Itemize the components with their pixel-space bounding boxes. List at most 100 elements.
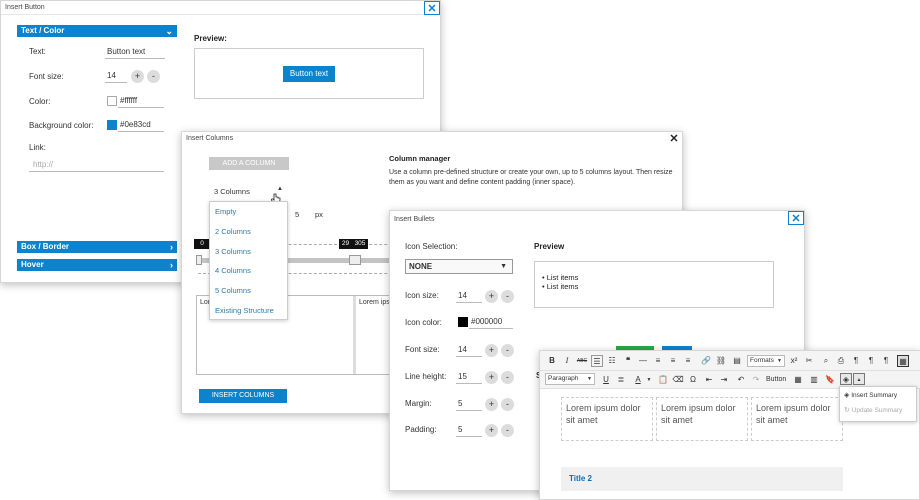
unlink-icon[interactable]: ⛓ [715,355,727,367]
column-manager-description: Use a column pre-defined structure or cr… [389,169,673,186]
dropdown-item-5-columns[interactable]: 5 Columns [210,281,287,301]
insert-columns-title: Insert Columns [186,135,234,142]
special-chars-icon[interactable]: ✂ [803,355,815,367]
dropdown-item-4-columns[interactable]: 4 Columns [210,261,287,281]
icon-size-minus-button[interactable]: - [501,290,514,303]
close-icon[interactable]: ✕ [788,211,804,225]
background-color-input[interactable]: #0e83cd [118,118,164,132]
numbered-list-icon[interactable]: ☷ [606,355,618,367]
font-size-minus-button[interactable]: - [147,70,160,83]
columns-icon[interactable]: ▥ [808,374,820,386]
justify-icon[interactable]: ≣ [615,374,627,386]
column-padding-value[interactable]: 5 [295,210,299,219]
line-height-plus-button[interactable]: + [485,371,498,384]
print-icon[interactable]: ⎙ [835,355,847,367]
dropdown-item-existing-structure[interactable]: Existing Structure [210,301,287,321]
dropdown-item-2-columns[interactable]: 2 Columns [210,222,287,242]
chevron-down-icon: ⌄ [165,26,173,36]
font-size-input[interactable]: 14 [456,343,482,357]
title-2-heading: Title 2 [569,474,592,483]
ltr-icon[interactable]: ¶ [865,355,877,367]
line-height-input[interactable]: 15 [456,370,482,384]
button-tool[interactable]: Button [766,376,786,383]
rtl-icon[interactable]: ¶ [880,355,892,367]
section-box-border[interactable]: Box / Border › [17,241,177,253]
icon-selection-select[interactable]: NONE ▼ [405,259,513,274]
preview-label: Preview: [194,34,227,43]
bookmark-icon[interactable]: 🔖 [824,374,836,386]
close-icon[interactable]: ✕ [424,1,440,15]
color-input[interactable]: #ffffff [118,94,164,108]
font-size-minus-button[interactable]: - [501,344,514,357]
margin-label: Margin: [405,399,432,408]
line-height-minus-button[interactable]: - [501,371,514,384]
table-icon[interactable]: ▦ [792,374,804,386]
background-color-swatch[interactable] [107,120,117,130]
align-right-icon[interactable]: ≡ [682,355,694,367]
caret-up-icon[interactable]: ▲ [853,373,865,385]
column-cell: Lorem ipsum dolor sit amet [656,397,748,441]
caret-down-icon: ▼ [777,358,782,364]
icon-size-input[interactable]: 14 [456,289,482,303]
binoculars-icon[interactable]: ⌕ [820,355,832,367]
dropdown-item-3-columns[interactable]: 3 Columns [210,242,287,262]
add-column-button: ADD A COLUMN [209,157,289,170]
link-label: Link: [29,143,46,152]
slider-handle-mid[interactable] [349,255,361,265]
outdent-icon[interactable]: ⇤ [703,374,715,386]
section-text-color[interactable]: Text / Color ⌄ [17,25,177,37]
slider-label-mid-a: 29 [339,239,352,249]
padding-plus-button[interactable]: + [485,424,498,437]
icon-size-plus-button[interactable]: + [485,290,498,303]
dropdown-item-empty[interactable]: Empty [210,202,287,222]
underline-icon[interactable]: U [600,374,612,386]
bullet-list-icon[interactable]: ☰ [591,355,603,367]
paragraph-dropdown[interactable]: Paragraph ▼ [545,373,595,385]
blockquote-icon[interactable]: ❝ [622,355,634,367]
font-size-plus-button[interactable]: + [131,70,144,83]
strikethrough-icon[interactable]: ABC [576,355,588,367]
column-preset-select[interactable]: 3 Columns ▲ [214,186,294,199]
insert-columns-button[interactable]: INSERT COLUMNS [199,389,287,403]
paragraph-mark-icon[interactable]: ¶ [850,355,862,367]
font-size-input[interactable]: 14 [105,69,127,83]
formats-dropdown[interactable]: Formats ▼ [747,355,785,367]
icon-color-input[interactable]: #000000 [469,315,513,329]
indent-icon[interactable]: ⇥ [718,374,730,386]
summary-tool-icon[interactable]: ◈ [840,373,852,385]
horizontal-line-icon[interactable]: — [637,355,649,367]
align-center-icon[interactable]: ≡ [667,355,679,367]
column-preset-value: 3 Columns [214,187,250,196]
close-icon[interactable]: ✕ [666,132,682,146]
bold-icon[interactable]: B [546,355,558,367]
toolbar-toggle-icon[interactable]: ▤ [731,355,743,367]
menu-item-update-summary[interactable]: ↻ Update Summary [844,406,902,414]
font-size-plus-button[interactable]: + [485,344,498,357]
margin-plus-button[interactable]: + [485,398,498,411]
italic-icon[interactable]: I [561,355,573,367]
clear-format-icon[interactable]: ⌫ [672,374,684,386]
align-left-icon[interactable]: ≡ [652,355,664,367]
line-height-label: Line height: [405,372,447,381]
menu-item-insert-summary[interactable]: ◈ Insert Summary [844,391,897,399]
link-input[interactable]: http:// [29,158,164,172]
superscript-icon[interactable]: x² [788,355,800,367]
color-swatch[interactable] [107,96,117,106]
chevron-right-icon: › [170,260,173,270]
bullets-preview-label: Preview [534,242,565,251]
section-hover[interactable]: Hover › [17,259,177,271]
paste-icon[interactable]: 📋 [657,374,669,386]
fullscreen-icon[interactable]: ▦ [897,355,909,367]
caret-down-icon[interactable]: ▼ [643,374,655,386]
margin-input[interactable]: 5 [456,397,482,411]
slider-handle-left[interactable] [196,255,202,265]
redo-icon[interactable]: ↷ [750,374,762,386]
button-text-input[interactable]: Button text [105,45,165,59]
margin-minus-button[interactable]: - [501,398,514,411]
icon-color-swatch[interactable] [458,317,468,327]
link-icon[interactable]: 🔗 [700,355,712,367]
padding-input[interactable]: 5 [456,423,482,437]
omega-icon[interactable]: Ω [687,374,699,386]
padding-minus-button[interactable]: - [501,424,514,437]
undo-icon[interactable]: ↶ [735,374,747,386]
